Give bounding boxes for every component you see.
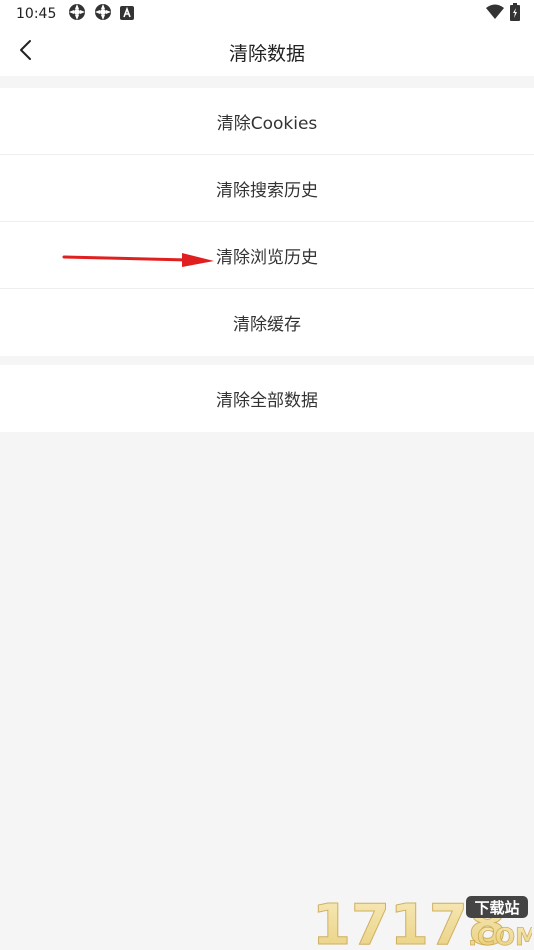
status-bar: 10:45 bbox=[0, 0, 534, 28]
clear-search-history-label: 清除搜索历史 bbox=[216, 180, 318, 201]
battery-icon bbox=[510, 3, 520, 25]
clear-search-history-item[interactable]: 清除搜索历史 bbox=[0, 155, 534, 222]
clear-browsing-history-label: 清除浏览历史 bbox=[216, 247, 318, 268]
status-time: 10:45 bbox=[16, 6, 57, 22]
svg-text:.COM: .COM bbox=[468, 923, 532, 950]
clear-cookies-item[interactable]: 清除Cookies bbox=[0, 88, 534, 155]
clear-cache-item[interactable]: 清除缓存 bbox=[0, 289, 534, 356]
clear-options-group: 清除Cookies 清除搜索历史 清除浏览历史 清除缓存 bbox=[0, 88, 534, 356]
chevron-left-icon bbox=[18, 39, 34, 65]
page-title: 清除数据 bbox=[228, 42, 305, 65]
annotation-arrow-icon bbox=[62, 253, 214, 267]
clear-cookies-label: 清除Cookies bbox=[216, 113, 318, 134]
clear-all-group: 清除全部数据 bbox=[0, 365, 534, 432]
clear-all-data-label: 清除全部数据 bbox=[216, 391, 318, 411]
wifi-icon bbox=[486, 4, 504, 24]
status-icons-left bbox=[68, 3, 135, 25]
header: 清除数据 bbox=[0, 28, 534, 76]
status-icons-right bbox=[486, 3, 520, 25]
watermark-logo-icon: 17178 下载站 .COM bbox=[312, 893, 533, 950]
back-button[interactable] bbox=[10, 36, 42, 68]
ring-icon bbox=[94, 3, 112, 25]
svg-text:下载站: 下载站 bbox=[474, 899, 519, 917]
clear-all-data-item[interactable]: 清除全部数据 bbox=[0, 365, 534, 432]
a-icon bbox=[120, 5, 135, 24]
ring-icon bbox=[68, 3, 86, 25]
clear-cache-label: 清除缓存 bbox=[233, 315, 301, 335]
